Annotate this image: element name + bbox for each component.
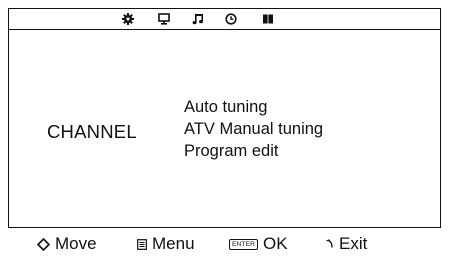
- menu-label: Menu: [152, 234, 195, 253]
- move-arrows-icon: [37, 237, 50, 251]
- menu-hint: Menu: [137, 233, 195, 255]
- music-note-icon[interactable]: [190, 11, 206, 27]
- book-icon[interactable]: [260, 11, 276, 27]
- exit-arrow-icon: [326, 239, 333, 248]
- gear-icon[interactable]: [120, 11, 136, 27]
- key-hint-bar: Move Menu ENTER OK Exit: [0, 232, 450, 257]
- osd-menu-window: CHANNEL Auto tuning ATV Manual tuning Pr…: [8, 8, 441, 228]
- menu-item-atv-manual-tuning[interactable]: ATV Manual tuning: [184, 118, 323, 140]
- enter-key-icon: ENTER: [229, 238, 259, 250]
- ok-hint: ENTER OK: [229, 233, 288, 255]
- menu-item-program-edit[interactable]: Program edit: [184, 140, 323, 162]
- menu-tab-bar: [9, 9, 440, 30]
- ok-label: OK: [263, 234, 288, 253]
- menu-item-auto-tuning[interactable]: Auto tuning: [184, 96, 323, 118]
- exit-label: Exit: [339, 234, 368, 253]
- move-hint: Move: [37, 233, 97, 255]
- monitor-icon[interactable]: [156, 11, 172, 27]
- clock-icon[interactable]: [223, 11, 239, 27]
- menu-key-icon: [137, 238, 147, 250]
- move-label: Move: [55, 234, 97, 253]
- menu-category-title: CHANNEL: [47, 121, 137, 142]
- exit-hint: Exit: [325, 233, 367, 255]
- channel-menu-list: Auto tuning ATV Manual tuning Program ed…: [184, 96, 323, 162]
